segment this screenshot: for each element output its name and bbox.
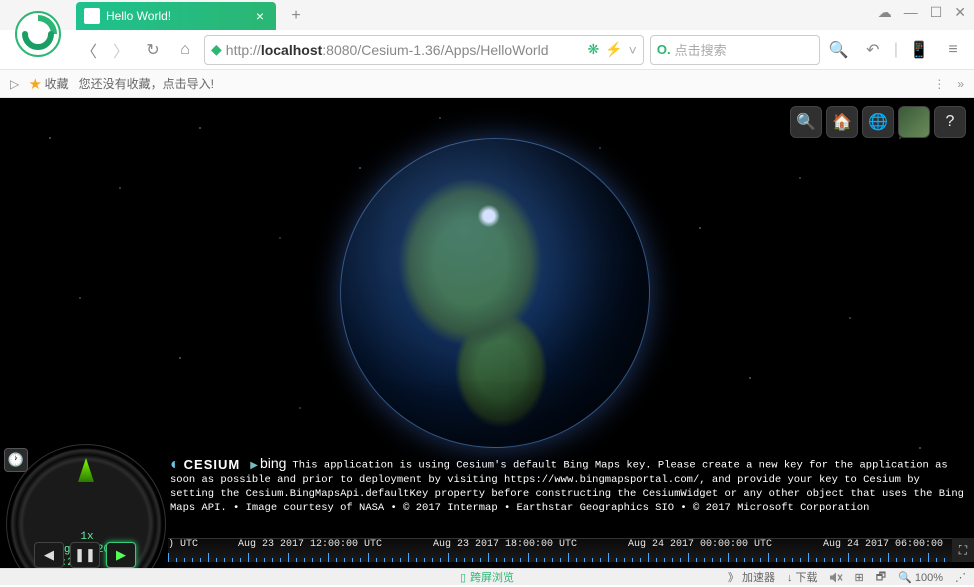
- scene-mode-icon[interactable]: 🌐: [862, 106, 894, 138]
- reload-button[interactable]: ↻: [140, 37, 166, 63]
- restore-icon[interactable]: 🗗: [876, 568, 886, 587]
- timeline-label: Aug 24 2017 00:00:00 UTC: [628, 539, 772, 550]
- dropdown-icon[interactable]: ˅: [629, 42, 637, 58]
- forward-button[interactable]: 〉: [108, 37, 134, 63]
- tab-close-icon[interactable]: ×: [252, 8, 268, 24]
- search-box[interactable]: O. 点击搜索: [650, 35, 820, 65]
- shield-icon: ◆: [211, 41, 222, 58]
- fullscreen-button[interactable]: ⛶: [952, 538, 974, 562]
- cesium-toolbar: 🔍 🏠 🌐 ?: [790, 106, 966, 138]
- search-placeholder: 点击搜索: [675, 40, 727, 59]
- globe[interactable]: [340, 138, 650, 448]
- grid-icon[interactable]: ⊞: [855, 571, 864, 584]
- cross-screen-label: 跨屏浏览: [470, 569, 514, 585]
- download-button[interactable]: ↓ 下载: [787, 569, 818, 585]
- window-controls: ☁ — ☐ ✕: [878, 4, 966, 21]
- url-host: localhost: [261, 42, 322, 58]
- new-tab-button[interactable]: +: [282, 2, 310, 30]
- bookmarks-empty-text[interactable]: 您还没有收藏，点击导入!: [79, 75, 214, 92]
- statusbar: ▯ 跨屏浏览 》 加速器 ↓ 下载 ⊞ 🗗 🔍 100% ⋰: [0, 568, 974, 585]
- mobile-icon[interactable]: 📱: [906, 37, 932, 63]
- minimize-icon[interactable]: —: [904, 4, 918, 21]
- timeline-label: Aug 24 2017 06:00:00: [823, 539, 943, 550]
- url-port: :8080: [322, 42, 357, 58]
- star-icon[interactable]: ★: [29, 77, 41, 91]
- menu-icon[interactable]: ≡: [940, 37, 966, 63]
- zoom-label[interactable]: 🔍 100%: [898, 571, 943, 584]
- close-window-icon[interactable]: ✕: [954, 4, 966, 21]
- timeline-label: ) UTC: [168, 539, 198, 550]
- pause-button[interactable]: ❚❚: [70, 542, 100, 568]
- undo-button[interactable]: ↶: [860, 37, 886, 63]
- search-button[interactable]: 🔍: [826, 37, 852, 63]
- skin-icon[interactable]: ☁: [878, 4, 892, 21]
- animation-widget: 1x Aug 23 2017 07:26:04 UTC ◀ ❚❚ ▶: [6, 454, 166, 564]
- cesium-logo: CESIUM: [170, 458, 240, 472]
- navbar: 〈 〉 ↻ ⌂ ◆ http://localhost:8080/Cesium-1…: [0, 30, 974, 70]
- timeline-ticks: [168, 553, 952, 562]
- accelerator-button[interactable]: 》 加速器: [728, 569, 775, 585]
- mobile-sync-icon: ▯: [460, 571, 466, 584]
- titlebar: 🖼 Hello World! × + ☁ — ☐ ✕: [0, 0, 974, 30]
- tab-favicon-icon: 🖼: [84, 8, 100, 24]
- credit-text: This application is using Cesium's defau…: [170, 459, 964, 514]
- tab-title: Hello World!: [106, 9, 171, 23]
- maximize-icon[interactable]: ☐: [930, 4, 943, 21]
- timeline-label: Aug 23 2017 12:00:00 UTC: [238, 539, 382, 550]
- recycle-icon[interactable]: ❋: [587, 41, 599, 58]
- url-path: /Cesium-1.36/Apps/HelloWorld: [357, 42, 548, 58]
- base-layer-picker-icon[interactable]: [898, 106, 930, 138]
- home-view-icon[interactable]: 🏠: [826, 106, 858, 138]
- play-reverse-button[interactable]: ◀: [34, 542, 64, 568]
- search-provider-icon: O.: [657, 42, 671, 57]
- url-prefix: http://: [226, 42, 261, 58]
- browser-logo: [8, 4, 68, 64]
- bookmarks-label[interactable]: 收藏: [45, 77, 69, 91]
- mute-icon[interactable]: [830, 572, 843, 583]
- timeline-label: Aug 23 2017 18:00:00 UTC: [433, 539, 577, 550]
- help-icon[interactable]: ?: [934, 106, 966, 138]
- bookbar-expand-icon[interactable]: »: [957, 77, 964, 91]
- tab-strip: 🖼 Hello World! × +: [76, 0, 310, 30]
- timeline[interactable]: ) UTC Aug 23 2017 12:00:00 UTC Aug 23 2017…: [168, 538, 952, 562]
- bookmarks-bar: ▷ ★ 收藏 您还没有收藏，点击导入! ⋮ »: [0, 70, 974, 98]
- cesium-viewer[interactable]: 🔍 🏠 🌐 ? CESIUM bing This application is …: [0, 98, 974, 568]
- bing-logo: bing: [250, 456, 286, 473]
- credits-overlay: CESIUM bing This application is using Ce…: [170, 456, 968, 515]
- bookbar-more-icon[interactable]: ⋮: [933, 77, 945, 91]
- address-bar[interactable]: ◆ http://localhost:8080/Cesium-1.36/Apps…: [204, 35, 644, 65]
- active-tab[interactable]: 🖼 Hello World! ×: [76, 2, 276, 30]
- back-button[interactable]: 〈: [76, 37, 102, 63]
- play-tiny-icon[interactable]: ▷: [10, 77, 19, 91]
- cross-screen-button[interactable]: ▯ 跨屏浏览: [460, 569, 514, 585]
- play-forward-button[interactable]: ▶: [106, 542, 136, 568]
- resize-grip-icon[interactable]: ⋰: [955, 571, 966, 584]
- home-button[interactable]: ⌂: [172, 37, 198, 63]
- geocoder-search-icon[interactable]: 🔍: [790, 106, 822, 138]
- lightning-icon[interactable]: ⚡: [605, 41, 622, 58]
